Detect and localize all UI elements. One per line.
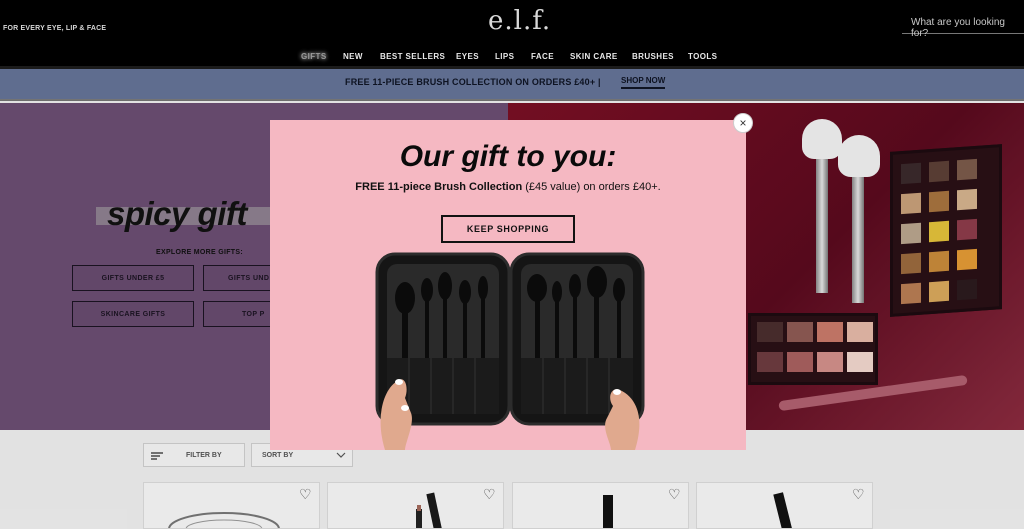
shop-now-link[interactable]: SHOP NOW [621,76,666,89]
keep-shopping-button[interactable]: KEEP SHOPPING [441,215,575,243]
modal-subtitle: FREE 11-piece Brush Collection (£45 valu… [270,181,746,193]
modal-title: Our gift to you: [399,140,617,173]
nav-item-best-sellers[interactable]: BEST SELLERS [380,52,445,61]
nav-item-eyes[interactable]: EYES [456,52,479,61]
gift-modal: Our gift to you: FREE 11-piece Brush Col… [270,120,746,450]
nav-item-face[interactable]: FACE [531,52,554,61]
promo-text: FREE 11-PIECE BRUSH COLLECTION ON ORDERS… [345,77,601,87]
close-icon[interactable]: × [733,113,753,133]
nav-item-gifts[interactable]: GIFTS [301,52,327,61]
tagline: FOR EVERY EYE, LIP & FACE [3,25,107,32]
nav-item-tools[interactable]: TOOLS [688,52,717,61]
nav-item-lips[interactable]: LIPS [495,52,514,61]
modal-subtitle-rest: (£45 value) on orders £40+. [522,181,661,193]
top-header: FOR EVERY EYE, LIP & FACE e.l.f. What ar… [0,0,1024,66]
main-nav: GIFTS NEW BEST SELLERS EYES LIPS FACE SK… [0,52,1024,66]
promo-banner: FREE 11-PIECE BRUSH COLLECTION ON ORDERS… [0,69,1024,101]
nav-item-brushes[interactable]: BRUSHES [632,52,674,61]
search-input[interactable]: What are you looking for? [902,12,1024,39]
nav-item-new[interactable]: NEW [343,52,363,61]
nav-item-skin-care[interactable]: SKIN CARE [570,52,618,61]
modal-subtitle-bold: FREE 11-piece Brush Collection [355,181,523,193]
brush-case-image [375,252,645,450]
brand-logo[interactable]: e.l.f. [488,6,551,36]
